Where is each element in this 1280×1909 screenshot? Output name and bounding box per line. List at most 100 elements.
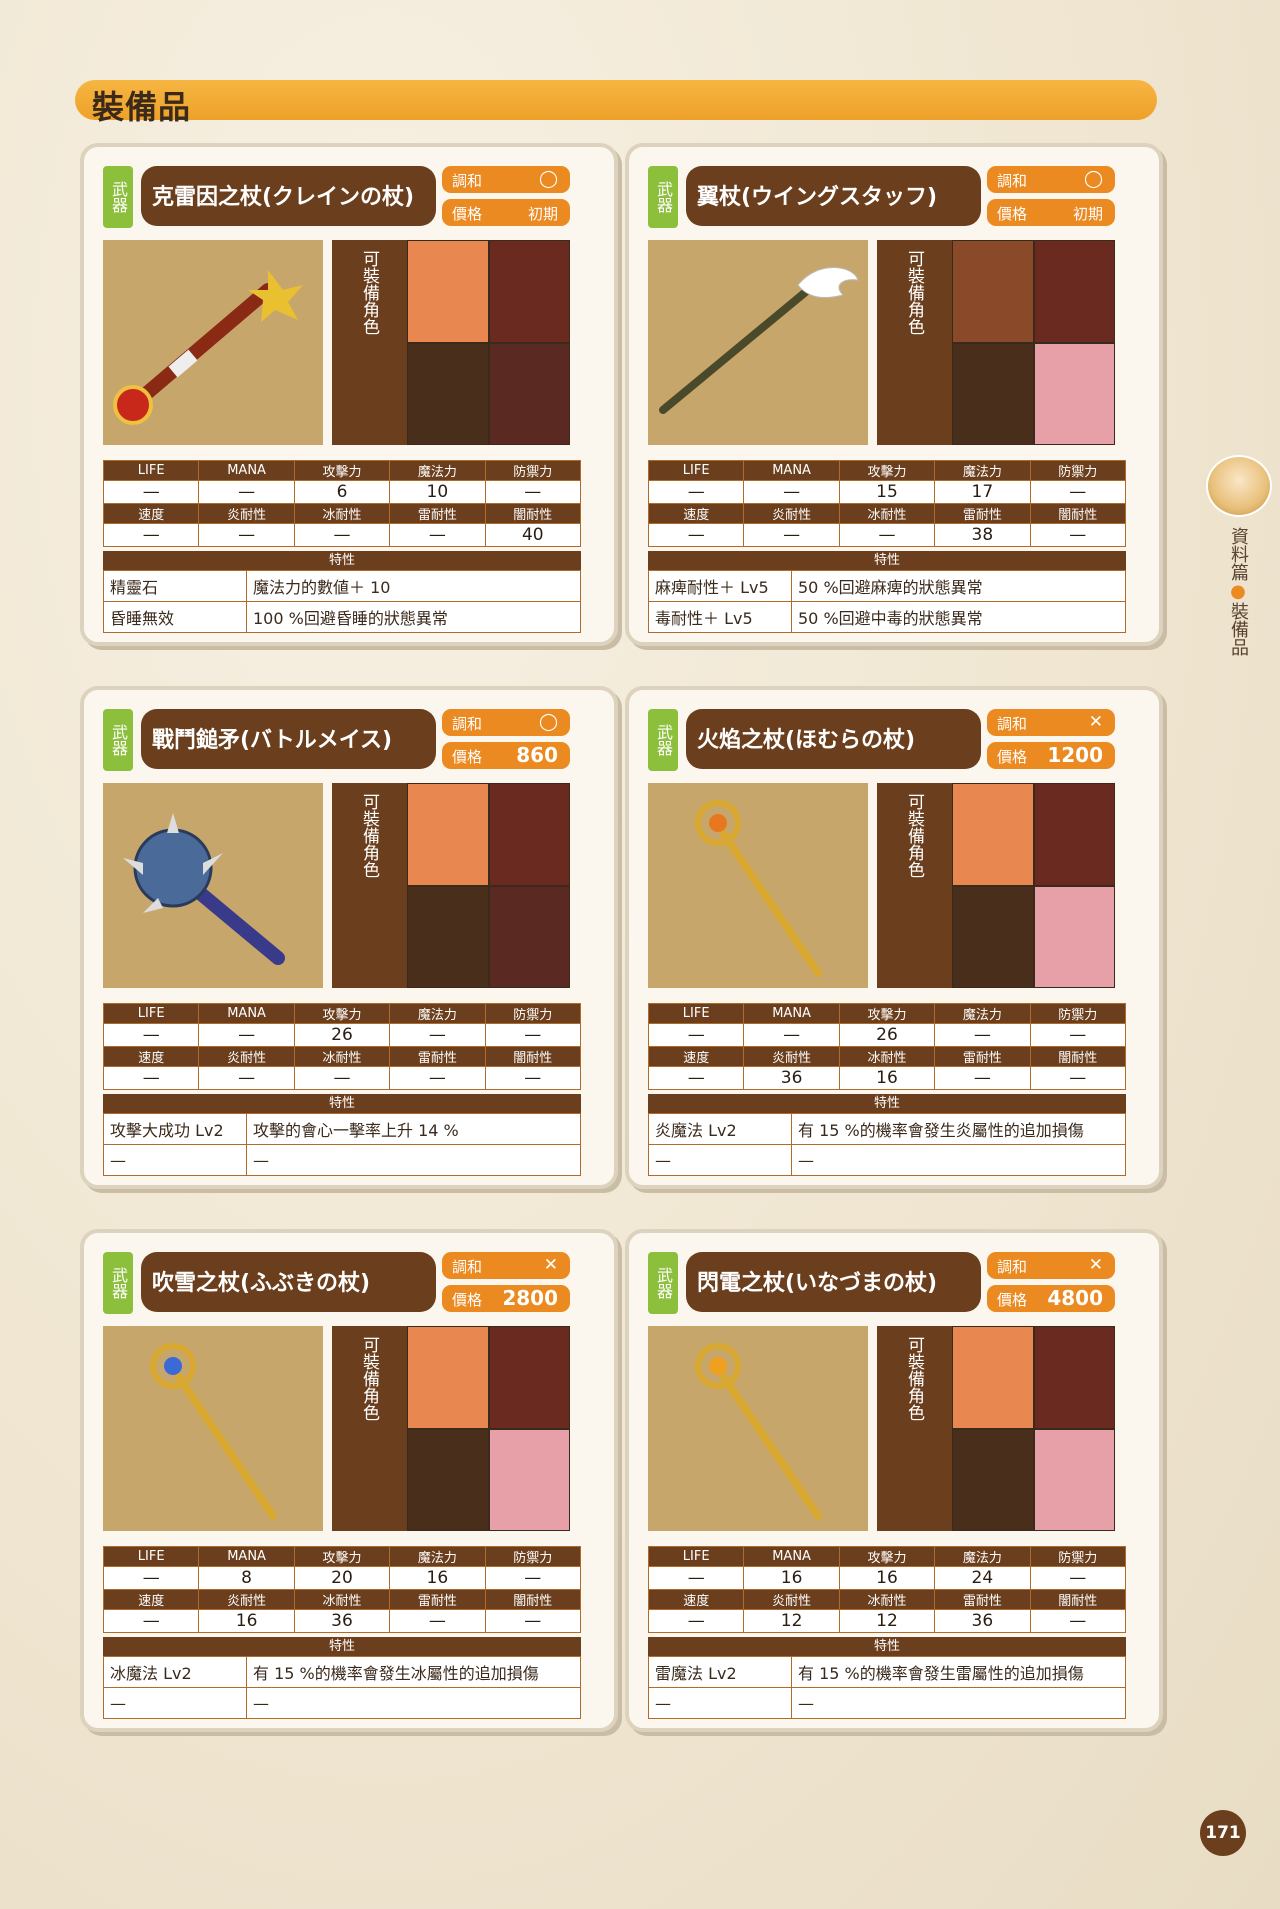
stats-table: LIFE MANA 攻擊力 魔法力 防禦力 — —6 10— 速度 炎耐性 冰耐性 雷耐性 闇耐性 … [102, 460, 582, 547]
trait-desc: 100 %回避昏睡的狀態異常 [246, 601, 581, 633]
portrait-hero [407, 1326, 489, 1429]
harmony-value: ◯ [1083, 169, 1103, 189]
equippable-characters-label: 可裝備角色 [877, 1326, 952, 1531]
trait-desc: — [246, 1144, 581, 1176]
harmony-label: 調和 [997, 1258, 1028, 1276]
stats-table: LIFE MANA 攻擊力 魔法力 防禦力 —16 16 24— 速度 炎耐性 冰耐性 雷耐性 闇耐… [647, 1546, 1127, 1633]
section-header-bar [75, 80, 1157, 120]
mace-icon [123, 813, 285, 965]
portrait-dark [488, 783, 570, 886]
trait-desc: 50 %回避中毒的狀態異常 [791, 601, 1126, 633]
price-label: 價格 [452, 205, 483, 223]
trait-name: 攻擊大成功 Lv2 [103, 1113, 247, 1145]
price-value: 初期 [1072, 205, 1103, 223]
trait-desc: — [791, 1144, 1126, 1176]
portrait-pink [488, 1428, 570, 1531]
equippable-characters-label: 可裝備角色 [332, 783, 407, 988]
harmony-label: 調和 [997, 715, 1028, 733]
price-tag: 價格 1200 [987, 742, 1115, 769]
harmony-tag: 調和 ✕ [987, 709, 1115, 736]
weapon-card: 武器 閃電之杖(いなづまの杖) 調和 ✕ 價格 4800 可裝備角色 LIFE M… [625, 1229, 1163, 1732]
traits-table: 炎魔法 Lv2 有 15 %的機率會發生炎屬性的追加損傷 — — [648, 1113, 1126, 1176]
stats-table: LIFE MANA 攻擊力 魔法力 防禦力 — —15 17— 速度 炎耐性 冰耐性 雷耐性 闇耐性… [647, 460, 1127, 547]
trait-name: — [648, 1144, 792, 1176]
weapon-name: 閃電之杖(いなづまの杖) [697, 1271, 938, 1296]
character-portraits [952, 240, 1115, 445]
traits-table: 冰魔法 Lv2 有 15 %的機率會發生冰屬性的追加損傷 — — [103, 1656, 581, 1719]
category-tab: 武器 [103, 166, 133, 228]
gold-staff-icon [695, 800, 822, 977]
trait-name: 雷魔法 Lv2 [648, 1656, 792, 1688]
weapon-image [648, 240, 868, 445]
trait-desc: 有 15 %的機率會發生雷屬性的追加損傷 [791, 1656, 1126, 1688]
stats-table: LIFE MANA 攻擊力 魔法力 防禦力 — —26— — 速度 炎耐性 冰耐性 雷耐性 闇耐性 … [647, 1003, 1127, 1090]
weapon-image [648, 1326, 868, 1531]
trait-name: — [648, 1687, 792, 1719]
price-value: 1200 [1047, 743, 1103, 767]
traits-header: 特性 [103, 1094, 581, 1113]
trait-desc: 魔法力的數値＋ 10 [246, 570, 581, 602]
weapon-image [648, 783, 868, 988]
trait-desc: 攻擊的會心一擊率上升 14 % [246, 1113, 581, 1145]
staff-icon [113, 270, 303, 425]
harmony-label: 調和 [997, 172, 1028, 190]
weapon-name: 戰鬥鎚矛(バトルメイス) [152, 728, 393, 753]
weapon-name: 火焰之杖(ほむらの杖) [697, 728, 916, 753]
equippable-characters-label: 可裝備角色 [877, 240, 952, 445]
price-tag: 價格 4800 [987, 1285, 1115, 1312]
harmony-label: 調和 [452, 1258, 483, 1276]
price-value: 860 [516, 743, 558, 767]
price-label: 價格 [997, 1291, 1028, 1309]
price-value: 初期 [527, 205, 558, 223]
trait-desc: 有 15 %的機率會發生炎屬性的追加損傷 [791, 1113, 1126, 1145]
harmony-tag: 調和 ◯ [442, 166, 570, 193]
trait-name: 麻痺耐性＋ Lv5 [648, 570, 792, 602]
harmony-label: 調和 [452, 715, 483, 733]
harmony-tag: 調和 ◯ [442, 709, 570, 736]
portrait-dark [952, 1428, 1034, 1531]
category-tab: 武器 [103, 1252, 133, 1314]
portrait-dark [1033, 240, 1115, 343]
character-portraits [952, 1326, 1115, 1531]
category-tab: 武器 [648, 1252, 678, 1314]
price-value: 4800 [1047, 1286, 1103, 1310]
side-chapter-dot: ● [1227, 581, 1249, 602]
trait-name: 昏睡無效 [103, 601, 247, 633]
harmony-value: ✕ [543, 1255, 558, 1275]
wing-staff-icon [659, 267, 859, 414]
gold-staff-icon [695, 1343, 822, 1520]
trait-desc: — [791, 1687, 1126, 1719]
traits-table: 精靈石 魔法力的數値＋ 10 昏睡無效 100 %回避昏睡的狀態異常 [103, 570, 581, 633]
portrait-hero [952, 240, 1034, 343]
trait-desc: 50 %回避麻痺的狀態異常 [791, 570, 1126, 602]
portrait-pink [1033, 1428, 1115, 1531]
side-chapter-part1: 資料篇 [1228, 527, 1249, 581]
equippable-characters-label: 可裝備角色 [332, 240, 407, 445]
portrait-dark [952, 885, 1034, 988]
traits-header: 特性 [648, 1094, 1126, 1113]
price-tag: 價格 初期 [987, 199, 1115, 226]
portrait-pink [1033, 885, 1115, 988]
page-number: 171 [1200, 1810, 1246, 1856]
portrait-hero [952, 783, 1034, 886]
portrait-dark [407, 885, 489, 988]
portrait-dark [1033, 1326, 1115, 1429]
weapon-card: 武器 火焰之杖(ほむらの杖) 調和 ✕ 價格 1200 可裝備角色 LIFE MA… [625, 686, 1163, 1189]
portrait-dark [952, 342, 1034, 445]
category-tab: 武器 [648, 709, 678, 771]
weapon-image [103, 1326, 323, 1531]
weapon-image [103, 240, 323, 445]
character-portraits [407, 240, 570, 445]
price-value: 2800 [502, 1286, 558, 1310]
harmony-value: ✕ [1088, 712, 1103, 732]
weapon-image [103, 783, 323, 988]
harmony-value: ✕ [1088, 1255, 1103, 1275]
portrait-hero [407, 240, 489, 343]
portrait-hero [407, 783, 489, 886]
price-label: 價格 [452, 1291, 483, 1309]
traits-header: 特性 [103, 551, 581, 570]
portrait-dark [488, 885, 570, 988]
trait-name: 毒耐性＋ Lv5 [648, 601, 792, 633]
character-portraits [407, 1326, 570, 1531]
harmony-value: ◯ [538, 712, 558, 732]
